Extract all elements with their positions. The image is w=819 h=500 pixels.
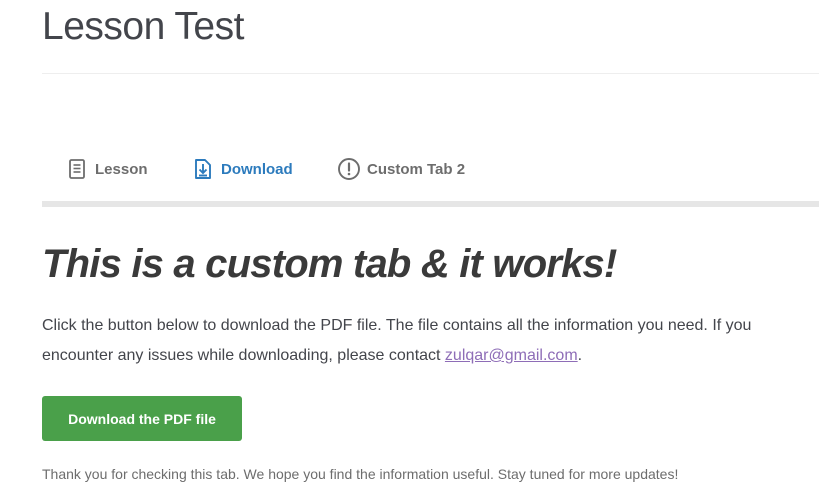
tab-lesson-label: Lesson	[95, 160, 148, 178]
download-pdf-button[interactable]: Download the PDF file	[42, 396, 242, 441]
paragraph-text: Click the button below to download the P…	[42, 317, 752, 364]
exclamation-circle-icon	[336, 156, 362, 182]
tab-bar-underline	[42, 201, 819, 207]
tab-download-label: Download	[221, 160, 293, 178]
paragraph-end: .	[577, 347, 583, 364]
tab-bar: Lesson Download Custom Tab 2	[42, 150, 819, 190]
tab-custom-tab-2[interactable]: Custom Tab 2	[336, 150, 465, 188]
page-title: Lesson Test	[42, 5, 244, 48]
document-icon	[64, 156, 90, 182]
content-heading: This is a custom tab & it works!	[42, 242, 617, 286]
thanks-text: Thank you for checking this tab. We hope…	[42, 466, 679, 482]
tab-lesson[interactable]: Lesson	[64, 150, 148, 188]
tab-download[interactable]: Download	[190, 150, 293, 188]
lesson-page: Lesson Test Lesson Download Custom Tab 2…	[0, 0, 819, 500]
tab-custom-tab-2-label: Custom Tab 2	[367, 160, 466, 178]
title-divider	[42, 73, 819, 74]
download-icon	[190, 156, 216, 182]
contact-email-link[interactable]: zulqar@gmail.com	[445, 347, 578, 364]
content-paragraph: Click the button below to download the P…	[42, 311, 812, 371]
